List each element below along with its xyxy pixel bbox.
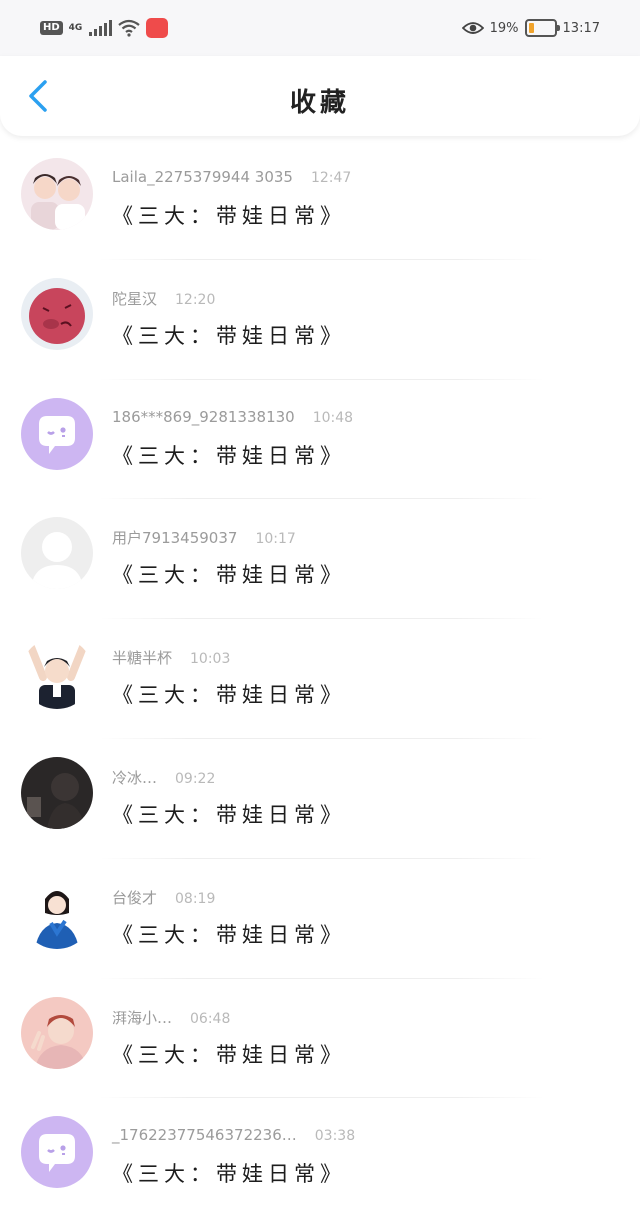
timestamp: 06:48 <box>190 1010 231 1027</box>
avatar-photo-person-hands-up[interactable] <box>21 637 93 710</box>
avatar-photo-two-people[interactable] <box>21 158 93 230</box>
list-item-5[interactable]: 半糖半杯 10:03 《三大：带娃日常》 <box>0 619 640 739</box>
list-item-8[interactable]: 湃海小… 06:48 《三大：带娃日常》 <box>0 979 640 1099</box>
item-meta: 186***869_9281338130 10:48 <box>112 408 353 426</box>
list-item-9[interactable]: _17622377546372236… 03:38 《三大：带娃日常》 <box>0 1098 640 1211</box>
item-meta: 半糖半杯 10:03 <box>112 647 230 668</box>
item-meta: 用户7913459037 10:17 <box>112 527 296 548</box>
status-bar-left: HD 4G <box>40 16 168 40</box>
item-title: 《三大：带娃日常》 <box>112 563 346 588</box>
item-meta: 湃海小… 06:48 <box>112 1007 230 1028</box>
battery-percent: 19% <box>489 20 519 36</box>
item-meta: 冷冰… 09:22 <box>112 767 215 788</box>
page-title: 收藏 <box>289 88 350 118</box>
avatar-default-gray-person[interactable] <box>21 517 93 590</box>
avatar-photo-dark[interactable] <box>21 756 93 829</box>
status-bar: HD 4G 19% 13:17 <box>0 0 640 56</box>
item-meta: 台俊才 08:19 <box>112 887 215 908</box>
item-meta: _17622377546372236… 03:38 <box>112 1126 355 1144</box>
user-name: 陀星汉 <box>112 289 158 308</box>
eye-icon <box>461 22 484 34</box>
list-item-7[interactable]: 台俊才 08:19 《三大：带娃日常》 <box>0 859 640 979</box>
item-title: 《三大：带娃日常》 <box>112 1162 346 1187</box>
user-name: 台俊才 <box>112 888 158 907</box>
user-name: 186***869_9281338130 <box>112 407 295 426</box>
avatar-photo-woman-blue-dress[interactable] <box>21 876 93 949</box>
user-name: 冷冰… <box>112 768 158 787</box>
list-item-1[interactable]: Laila_2275379944 3035 12:47 《三大：带娃日常》 <box>0 140 640 260</box>
user-name: 半糖半杯 <box>112 649 173 668</box>
timestamp: 10:03 <box>190 651 231 668</box>
avatar-default-chat-purple[interactable] <box>21 1116 93 1189</box>
item-title: 《三大：带娃日常》 <box>112 683 346 708</box>
item-meta: Laila_2275379944 3035 12:47 <box>112 168 351 186</box>
avatar-red-ball-character[interactable] <box>21 277 93 350</box>
item-title: 《三大：带娃日常》 <box>112 323 346 348</box>
timestamp: 08:19 <box>175 890 216 907</box>
user-name: 湃海小… <box>112 1008 173 1027</box>
timestamp: 03:38 <box>314 1128 356 1145</box>
nav-header: 收藏 <box>0 56 640 136</box>
battery-icon <box>524 19 560 37</box>
timestamp: 10:17 <box>255 531 296 548</box>
user-name: 用户7913459037 <box>112 529 238 548</box>
list-item-2[interactable]: 陀星汉 12:20 《三大：带娃日常》 <box>0 260 640 380</box>
list-item-3[interactable]: 186***869_9281338130 10:48 《三大：带娃日常》 <box>0 380 640 500</box>
favorites-list: Laila_2275379944 3035 12:47 《三大：带娃日常》 陀星… <box>0 140 640 1211</box>
timestamp: 12:47 <box>310 170 352 186</box>
wifi-icon <box>117 19 140 37</box>
list-item-4[interactable]: 用户7913459037 10:17 《三大：带娃日常》 <box>0 499 640 620</box>
user-name: _17622377546372236… <box>112 1126 297 1145</box>
app-notification-icon <box>145 18 168 38</box>
item-title: 《三大：带娃日常》 <box>112 443 346 468</box>
item-title: 《三大：带娃日常》 <box>112 802 346 827</box>
timestamp: 09:22 <box>175 770 216 787</box>
hd-badge: HD <box>40 21 63 35</box>
item-title: 《三大：带娃日常》 <box>112 1042 346 1067</box>
signal-icon <box>88 20 112 36</box>
avatar-default-chat-purple[interactable] <box>21 397 93 470</box>
timestamp: 12:20 <box>175 291 216 308</box>
user-name: Laila_2275379944 3035 <box>112 168 293 186</box>
clock: 13:17 <box>562 20 600 36</box>
battery-level <box>528 23 534 33</box>
avatar-photo-person-pink[interactable] <box>21 996 93 1069</box>
item-title: 《三大：带娃日常》 <box>112 922 346 947</box>
timestamp: 10:48 <box>312 409 354 426</box>
item-title: 《三大：带娃日常》 <box>112 204 346 228</box>
item-meta: 陀星汉 12:20 <box>112 288 215 309</box>
list-item-6[interactable]: 冷冰… 09:22 《三大：带娃日常》 <box>0 739 640 859</box>
status-bar-right: 19% 13:17 <box>461 16 600 40</box>
network-type: 4G <box>68 23 83 33</box>
